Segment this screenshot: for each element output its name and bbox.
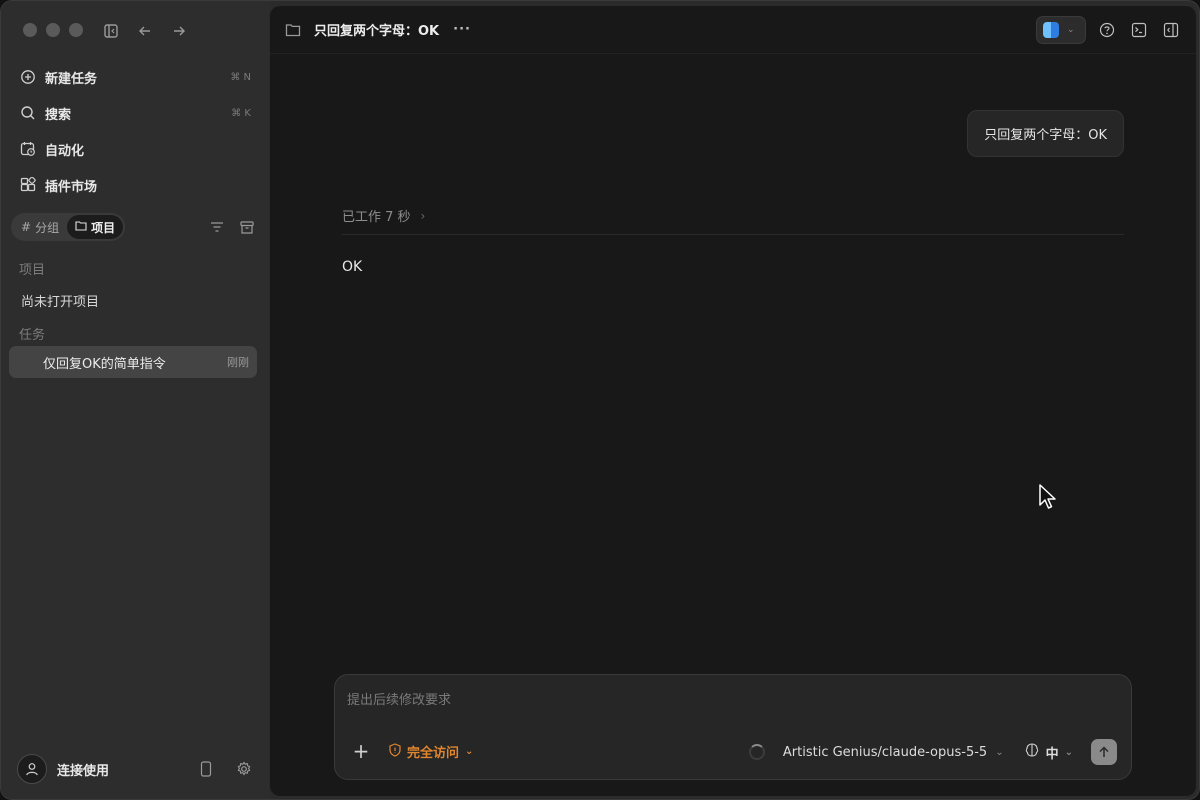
shield-icon xyxy=(389,742,401,761)
footer-icons xyxy=(197,760,253,778)
task-item[interactable]: 仅回复OK的简单指令 刚刚 xyxy=(9,346,257,378)
tab-projects-label: 项目 xyxy=(91,220,116,235)
tab-groups-label: 分组 xyxy=(35,220,60,235)
search-icon xyxy=(19,104,37,122)
tab-projects[interactable]: 项目 xyxy=(67,215,124,239)
task-item-time: 刚刚 xyxy=(227,356,249,369)
finder-icon xyxy=(1043,21,1059,38)
header-actions: ⌄ xyxy=(1036,15,1182,44)
automation-label: 自动化 xyxy=(45,143,85,159)
page-title: 只回复两个字母：OK xyxy=(314,24,440,39)
model-label: Artistic Genius/claude-opus-5-5 xyxy=(782,744,988,760)
send-button[interactable] xyxy=(1091,739,1117,765)
access-mode-label: 完全访问 xyxy=(407,746,460,761)
sidebar: 新建任务 ⌘ N 搜索 ⌘ K 自动化 插件市场 # 分组 项目 项目 尚未打开… xyxy=(1,1,269,799)
add-attachment-button[interactable]: + xyxy=(351,739,371,763)
mouse-cursor-icon xyxy=(1039,484,1056,509)
sidebar-footer: 连接使用 xyxy=(17,753,253,785)
back-arrow-icon[interactable] xyxy=(135,21,155,41)
plugin-market-button[interactable]: 插件市场 xyxy=(9,167,261,203)
search-label: 搜索 xyxy=(45,107,72,123)
new-task-button[interactable]: 新建任务 ⌘ N xyxy=(9,59,261,95)
no-project-item[interactable]: 尚未打开项目 xyxy=(21,291,99,310)
archive-icon[interactable] xyxy=(239,219,255,235)
zoom-window-button[interactable] xyxy=(69,23,83,37)
worked-duration-text: 已工作 7 秒 xyxy=(342,210,411,225)
toggle-sidebar-icon[interactable] xyxy=(101,21,121,41)
folder-icon[interactable] xyxy=(284,21,302,39)
plugins-icon xyxy=(19,176,37,194)
chevron-right-icon: › xyxy=(420,208,426,223)
minimize-window-button[interactable] xyxy=(46,23,60,37)
assistant-reply-text: OK xyxy=(342,259,363,275)
brain-icon xyxy=(1024,742,1040,762)
chevron-down-icon: ⌄ xyxy=(1064,746,1073,758)
reasoning-language-selector[interactable]: 中 ⌄ xyxy=(1024,742,1073,762)
view-switcher: # 分组 项目 xyxy=(11,213,126,241)
tab-groups[interactable]: # 分组 xyxy=(13,215,67,239)
folder-icon xyxy=(75,220,87,234)
user-message-text: 只回复两个字母：OK xyxy=(984,128,1107,143)
gear-icon[interactable] xyxy=(235,760,253,778)
calendar-clock-icon xyxy=(19,140,37,158)
task-item-label: 仅回复OK的简单指令 xyxy=(43,356,166,372)
chevron-down-icon: ⌄ xyxy=(465,746,474,757)
automation-button[interactable]: 自动化 xyxy=(9,131,261,167)
new-task-icon xyxy=(19,68,37,86)
arrow-up-icon xyxy=(1099,746,1109,757)
search-button[interactable]: 搜索 ⌘ K xyxy=(9,95,261,131)
composer-input[interactable]: 提出后续修改要求 xyxy=(347,689,451,708)
loading-spinner-icon xyxy=(748,744,765,760)
terminal-icon[interactable] xyxy=(1128,19,1150,41)
search-shortcut: ⌘ K xyxy=(231,107,251,119)
composer-controls: Artistic Genius/claude-opus-5-5 ⌄ 中 ⌄ xyxy=(748,739,1117,765)
sidebar-menu: 新建任务 ⌘ N 搜索 ⌘ K 自动化 插件市场 xyxy=(9,59,261,203)
user-message-bubble: 只回复两个字母：OK xyxy=(967,110,1124,157)
main-header: 只回复两个字母：OK ··· ⌄ xyxy=(270,6,1196,54)
phone-icon[interactable] xyxy=(197,760,215,778)
more-options-button[interactable]: ··· xyxy=(453,22,471,37)
filter-icon[interactable] xyxy=(209,219,225,235)
help-icon[interactable] xyxy=(1096,19,1118,41)
plugin-market-label: 插件市场 xyxy=(45,179,98,195)
window-controls xyxy=(23,23,83,37)
new-task-label: 新建任务 xyxy=(45,71,98,87)
close-window-button[interactable] xyxy=(23,23,37,37)
connect-label[interactable]: 连接使用 xyxy=(57,760,197,779)
composer[interactable]: 提出后续修改要求 + 完全访问 ⌄ Artistic Genius/claude… xyxy=(334,674,1132,780)
divider xyxy=(342,234,1124,235)
tasks-section-label: 任务 xyxy=(19,328,46,343)
open-in-app-button[interactable]: ⌄ xyxy=(1036,15,1086,44)
language-label: 中 xyxy=(1045,746,1059,762)
toggle-panel-icon[interactable] xyxy=(1160,19,1182,41)
projects-section-label: 项目 xyxy=(19,263,46,278)
forward-arrow-icon[interactable] xyxy=(169,21,189,41)
chevron-down-icon: ⌄ xyxy=(995,746,1004,758)
app-window: 新建任务 ⌘ N 搜索 ⌘ K 自动化 插件市场 # 分组 项目 项目 尚未打开… xyxy=(0,0,1200,800)
chevron-down-icon: ⌄ xyxy=(1067,24,1075,35)
worked-duration-toggle[interactable]: 已工作 7 秒 › xyxy=(342,206,426,226)
avatar[interactable] xyxy=(17,754,47,784)
view-switcher-row: # 分组 项目 xyxy=(11,213,255,241)
top-nav xyxy=(101,21,189,41)
new-task-shortcut: ⌘ N xyxy=(230,71,251,83)
hash-icon: # xyxy=(21,220,32,234)
access-mode-dropdown[interactable]: 完全访问 ⌄ xyxy=(389,742,473,761)
model-selector[interactable]: Artistic Genius/claude-opus-5-5 ⌄ xyxy=(783,745,1004,760)
main-panel: 只回复两个字母：OK ··· ⌄ 只回复两个字母：OK 已工作 7 秒 › OK… xyxy=(270,6,1196,796)
view-actions xyxy=(209,219,255,235)
